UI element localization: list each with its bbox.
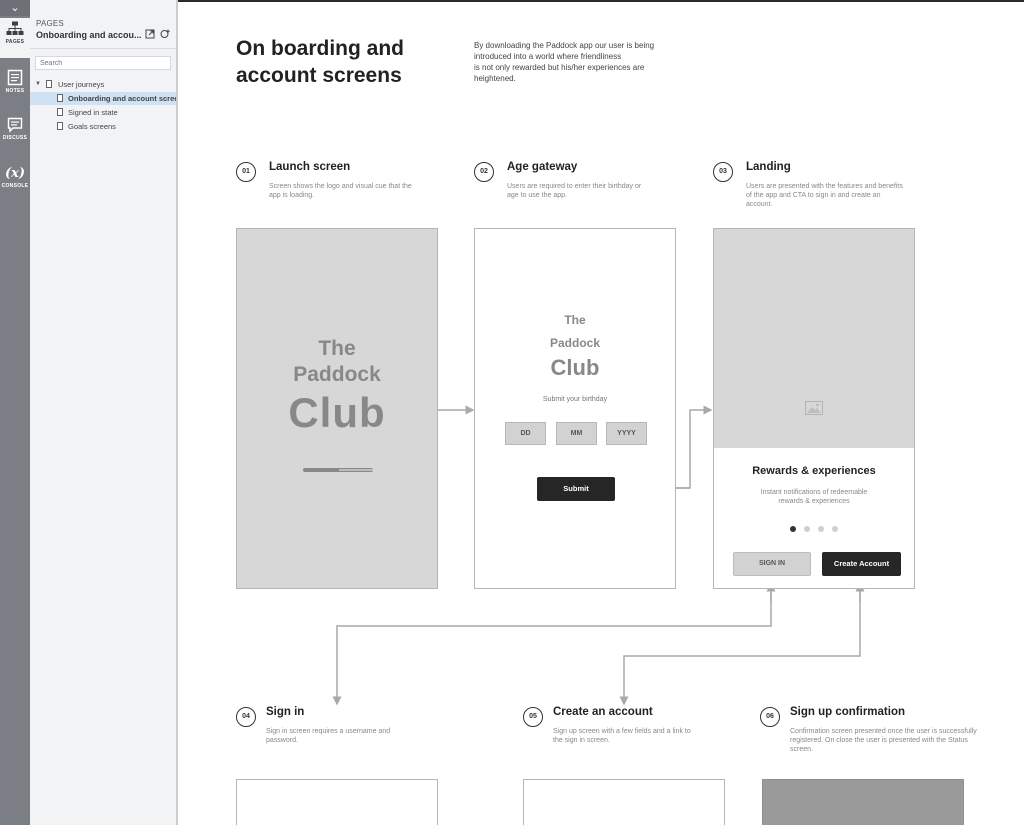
rail-discuss-label: DISCUSS bbox=[2, 135, 28, 141]
connector-create-to-step5 bbox=[619, 582, 861, 706]
birthday-prompt: Submit your birthday bbox=[542, 396, 608, 403]
discuss-icon bbox=[7, 117, 23, 133]
rail-pages-label: PAGES bbox=[5, 39, 25, 45]
landing-subtext-line1: Instant notifications of redeemable bbox=[760, 489, 868, 496]
tree-folder-label: User journeys bbox=[58, 80, 105, 89]
variable-icon: (x) bbox=[4, 166, 26, 181]
landing-subtext-line2: rewards & experiences bbox=[778, 498, 850, 505]
hero-image-placeholder bbox=[714, 229, 914, 448]
year-input[interactable]: YYYY bbox=[606, 422, 647, 445]
tree-folder-user-journeys[interactable]: ▼ User journeys bbox=[30, 78, 176, 91]
tree-item-label: Goals screens bbox=[68, 122, 116, 131]
intro-text: By downloading the Paddock app our user … bbox=[474, 40, 679, 84]
step-title: Launch screen bbox=[269, 161, 351, 173]
create-account-mockup[interactable] bbox=[523, 779, 725, 825]
step-description: Confirmation screen presented once the u… bbox=[790, 728, 977, 753]
rail-notes-button[interactable]: NOTES bbox=[0, 66, 30, 106]
rail-console-button[interactable]: (x) CONSOLE bbox=[0, 162, 30, 202]
month-input[interactable]: MM bbox=[556, 422, 597, 445]
page-icon bbox=[57, 94, 63, 102]
step-description: Users are presented with the features an… bbox=[746, 183, 903, 208]
caret-down-icon[interactable]: ▼ bbox=[35, 81, 41, 87]
step-description: Users are required to enter their birthd… bbox=[507, 183, 642, 199]
rail-notes-label: NOTES bbox=[5, 88, 25, 94]
tree-item-label: Onboarding and account scree bbox=[68, 94, 176, 103]
step-title: Age gateway bbox=[507, 161, 578, 173]
title-line-2: account screens bbox=[236, 64, 402, 87]
collapse-chevron-icon[interactable]: ⌄ bbox=[0, 0, 30, 16]
logo-club: Club bbox=[288, 389, 386, 436]
sign-in-mockup[interactable] bbox=[236, 779, 438, 825]
signup-confirmation-mockup[interactable] bbox=[762, 779, 964, 825]
step-description: Sign in screen requires a username and p… bbox=[266, 728, 391, 744]
step-number: 04 bbox=[236, 707, 256, 727]
page-title: On boarding and account screens bbox=[236, 35, 436, 89]
rail-discuss-button[interactable]: DISCUSS bbox=[0, 114, 30, 154]
age-gateway-mockup[interactable]: The Paddock Club Submit your birthday DD… bbox=[474, 228, 676, 589]
step-number: 02 bbox=[474, 162, 494, 182]
tree-item-signed-in[interactable]: Signed in state bbox=[30, 106, 176, 119]
launch-screen-mockup[interactable]: The Paddock Club bbox=[236, 228, 438, 589]
logo-paddock: Paddock bbox=[549, 336, 600, 350]
step-number: 03 bbox=[713, 162, 733, 182]
sign-in-button[interactable]: SIGN IN bbox=[733, 552, 811, 576]
title-line-1: On boarding and bbox=[236, 37, 404, 60]
carousel-dot[interactable] bbox=[832, 526, 838, 532]
step-number: 05 bbox=[523, 707, 543, 727]
logo-club: Club bbox=[550, 355, 600, 380]
page-icon bbox=[57, 122, 63, 130]
logo-the: The bbox=[564, 313, 586, 327]
step-number: 01 bbox=[236, 162, 256, 182]
search-input[interactable] bbox=[35, 56, 171, 70]
add-page-icon[interactable] bbox=[159, 29, 171, 41]
intro-line-3: is not only rewarded but his/her experie… bbox=[474, 63, 645, 72]
carousel-dot[interactable] bbox=[804, 526, 810, 532]
design-canvas[interactable]: On boarding and account screens By downl… bbox=[180, 2, 1024, 825]
panel-label: PAGES bbox=[36, 19, 64, 28]
intro-line-4: heightened. bbox=[474, 74, 516, 83]
sitemap-icon bbox=[6, 21, 24, 35]
create-account-button[interactable]: Create Account bbox=[822, 552, 901, 576]
export-icon[interactable] bbox=[144, 29, 156, 41]
day-input[interactable]: DD bbox=[505, 422, 546, 445]
submit-button[interactable]: Submit bbox=[537, 477, 615, 501]
landing-heading: Rewards & experiences bbox=[752, 465, 876, 477]
connector-signin-to-step4 bbox=[332, 582, 772, 706]
current-page-title: Onboarding and accou... bbox=[36, 30, 142, 40]
logo-paddock: Paddock bbox=[293, 363, 381, 386]
step-title: Landing bbox=[746, 161, 791, 173]
step-description: Sign up screen with a few fields and a l… bbox=[553, 728, 691, 744]
carousel-dot[interactable] bbox=[818, 526, 824, 532]
step-description: Screen shows the logo and visual cue tha… bbox=[269, 183, 412, 199]
panel-divider bbox=[30, 48, 176, 49]
intro-line-2: introduced into a world where friendline… bbox=[474, 52, 622, 61]
icon-rail: ⌄ PAGES NOTES DISCUSS (x) CONSOLE bbox=[0, 0, 30, 825]
intro-line-1: By downloading the Paddock app our user … bbox=[474, 41, 655, 50]
app-window: ⌄ PAGES NOTES DISCUSS (x) CONSOLE PAGES … bbox=[0, 0, 1024, 825]
loading-bar-remaining bbox=[339, 469, 373, 471]
step-title: Sign in bbox=[266, 706, 305, 718]
step-title: Sign up confirmation bbox=[790, 706, 905, 718]
tree-item-onboarding[interactable]: Onboarding and account scree bbox=[30, 92, 176, 105]
landing-mockup[interactable]: Rewards & experiences Instant notificati… bbox=[713, 228, 915, 589]
folder-page-icon bbox=[46, 80, 52, 88]
notes-icon bbox=[7, 69, 23, 86]
rail-pages-button[interactable]: PAGES bbox=[0, 18, 30, 58]
tree-item-goals[interactable]: Goals screens bbox=[30, 120, 176, 133]
pages-panel: PAGES Onboarding and accou... ▼ User jou… bbox=[30, 0, 178, 825]
tree-item-label: Signed in state bbox=[68, 108, 118, 117]
image-icon bbox=[805, 401, 823, 415]
carousel-dot[interactable] bbox=[790, 526, 796, 532]
step-number: 06 bbox=[760, 707, 780, 727]
step-title: Create an account bbox=[553, 706, 653, 718]
logo-the: The bbox=[318, 337, 356, 360]
page-icon bbox=[57, 108, 63, 116]
rail-console-label: CONSOLE bbox=[1, 183, 29, 189]
loading-bar bbox=[303, 468, 373, 472]
